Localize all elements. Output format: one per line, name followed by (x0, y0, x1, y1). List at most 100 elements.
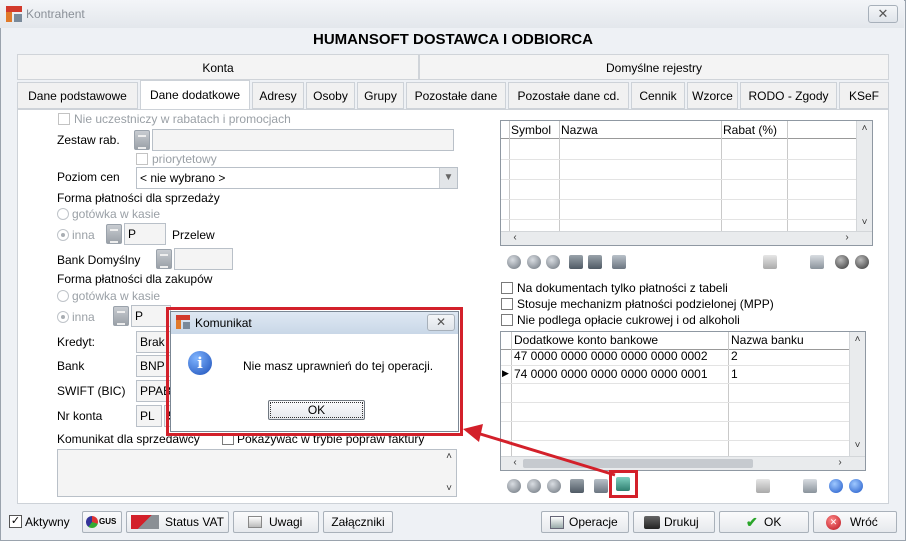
contractor-name-heading: HUMANSOFT DOSTAWCA I ODBIORCA (313, 31, 593, 48)
scroll-up-arrow[interactable]: ˄ (850, 334, 865, 346)
print-icon[interactable] (803, 479, 817, 493)
only-table-payments-checkbox[interactable] (501, 282, 513, 294)
bank-accounts-vscroll[interactable] (849, 332, 865, 456)
tab-adresy[interactable]: Adresy (252, 82, 304, 109)
document-icon[interactable] (756, 479, 770, 493)
scroll-left-arrow[interactable]: ‹ (509, 232, 521, 244)
price-level-select[interactable]: < nie wybrano > (136, 167, 458, 189)
tab-pozostale-dane[interactable]: Pozostałe dane (406, 82, 506, 109)
scroll-up-arrow[interactable]: ˄ (443, 451, 455, 463)
back-button[interactable]: ✕ Wróć (813, 511, 897, 533)
grid-icon[interactable] (570, 479, 584, 493)
account-row-2-bank[interactable]: 1 (731, 367, 738, 381)
scroll-down-arrow[interactable]: ˅ (857, 217, 872, 229)
notes-button[interactable]: Uwagi (233, 511, 319, 533)
remove-icon[interactable] (546, 255, 560, 269)
document-icon[interactable] (763, 255, 777, 269)
purchase-other-radio[interactable] (57, 311, 69, 323)
account-prefix-field[interactable]: PL (136, 405, 162, 427)
ok-button[interactable]: ✔ OK (719, 511, 809, 533)
scroll-down-arrow[interactable]: ˅ (443, 483, 455, 495)
tab-pozostale-dane-cd[interactable]: Pozostałe dane cd. (508, 82, 629, 109)
scroll-right-arrow[interactable]: › (834, 457, 846, 469)
purchase-cash-radio[interactable] (57, 290, 69, 302)
discount-set-lookup-button[interactable] (134, 130, 150, 150)
first-record-icon[interactable] (507, 479, 521, 493)
scroll-down-arrow[interactable]: ˅ (850, 440, 865, 452)
default-bank-field[interactable] (174, 248, 233, 270)
tab-rodo-zgody[interactable]: RODO - Zgody (740, 82, 837, 109)
close-icon[interactable]: ✕ (427, 314, 455, 331)
search-icon[interactable] (527, 255, 541, 269)
app-icon (176, 315, 190, 329)
active-checkbox[interactable]: ✓ (9, 515, 22, 528)
tab-grupy[interactable]: Grupy (357, 82, 404, 109)
sale-other-radio[interactable] (57, 229, 69, 241)
account-row-1-bank[interactable]: 2 (731, 349, 738, 363)
back-label: Wróć (850, 515, 878, 529)
prev-icon[interactable] (835, 255, 849, 269)
purchase-other-label: inna (72, 310, 95, 324)
grid-icon[interactable] (569, 255, 583, 269)
current-row-indicator-icon: ▶ (502, 368, 509, 378)
seller-message-textarea[interactable] (57, 449, 457, 497)
discount-grid[interactable]: Symbol Nazwa Rabat (%) ˄ ˅ ‹ › (500, 120, 873, 246)
close-icon[interactable]: ✕ (868, 5, 898, 23)
remove-icon[interactable] (547, 479, 561, 493)
tab-domyslne-rejestry[interactable]: Domyślne rejestry (419, 54, 889, 80)
settings-icon[interactable] (594, 479, 608, 493)
notes-label: Uwagi (269, 515, 303, 529)
priority-checkbox[interactable] (136, 153, 148, 165)
first-record-icon[interactable] (507, 255, 521, 269)
purchase-payment-lookup-button[interactable] (113, 306, 129, 326)
col-nazwa[interactable]: Nazwa (561, 123, 598, 137)
next-icon[interactable] (855, 255, 869, 269)
operations-button[interactable]: Operacje (541, 511, 629, 533)
account-label: Nr konta (57, 409, 103, 423)
sugar-fee-checkbox[interactable] (501, 314, 513, 326)
tab-konta[interactable]: Konta (17, 54, 419, 80)
dialog-ok-button[interactable]: OK (268, 400, 365, 420)
dialog-message: Nie masz uprawnień do tej operacji. (243, 359, 434, 373)
export-icon[interactable] (588, 255, 602, 269)
next-icon[interactable] (849, 479, 863, 493)
purchase-payment-code-field[interactable]: P (131, 305, 171, 327)
discount-grid-vscroll[interactable] (856, 121, 872, 231)
col-rabat[interactable]: Rabat (%) (723, 123, 777, 137)
gus-button[interactable]: GUS (82, 511, 122, 533)
account-row-2-number[interactable]: 74 0000 0000 0000 0000 0000 0001 (514, 367, 708, 381)
print-button[interactable]: Drukuj (633, 511, 715, 533)
tab-osoby[interactable]: Osoby (306, 82, 355, 109)
scroll-up-arrow[interactable]: ˄ (857, 123, 872, 135)
discount-grid-header (501, 121, 857, 139)
discount-set-field[interactable] (152, 129, 454, 151)
window-title: Kontrahent (26, 7, 85, 21)
col-account[interactable]: Dodatkowe konto bankowe (514, 333, 658, 347)
exclude-discounts-checkbox[interactable] (58, 113, 70, 125)
scroll-right-arrow[interactable]: › (841, 232, 853, 244)
check-icon: ✔ (746, 514, 758, 530)
col-symbol[interactable]: Symbol (511, 123, 551, 137)
tab-dane-dodatkowe[interactable]: Dane dodatkowe (140, 80, 250, 110)
tab-cennik[interactable]: Cennik (631, 82, 685, 109)
tab-ksef[interactable]: KSeF (839, 82, 889, 109)
tab-dane-podstawowe[interactable]: Dane podstawowe (17, 82, 138, 109)
print-icon[interactable] (810, 255, 824, 269)
discount-grid-hscroll[interactable] (501, 231, 872, 245)
chevron-down-icon[interactable]: ▼ (439, 168, 457, 188)
sale-payment-lookup-button[interactable] (106, 224, 122, 244)
attachments-button[interactable]: Załączniki (323, 511, 393, 533)
prev-icon[interactable] (829, 479, 843, 493)
printer-icon (644, 516, 660, 529)
tab-wzorce[interactable]: Wzorce (687, 82, 738, 109)
purchase-cash-label: gotówka w kasie (72, 289, 161, 303)
sale-cash-radio[interactable] (57, 208, 69, 220)
settings-icon[interactable] (612, 255, 626, 269)
search-icon[interactable] (527, 479, 541, 493)
col-bank-name[interactable]: Nazwa banku (731, 333, 804, 347)
status-vat-button[interactable]: Status VAT (126, 511, 229, 533)
mpp-checkbox[interactable] (501, 298, 513, 310)
default-bank-lookup-button[interactable] (156, 249, 172, 269)
account-row-1-number[interactable]: 47 0000 0000 0000 0000 0000 0002 (514, 349, 708, 363)
sale-payment-code-field[interactable]: P (124, 223, 166, 245)
